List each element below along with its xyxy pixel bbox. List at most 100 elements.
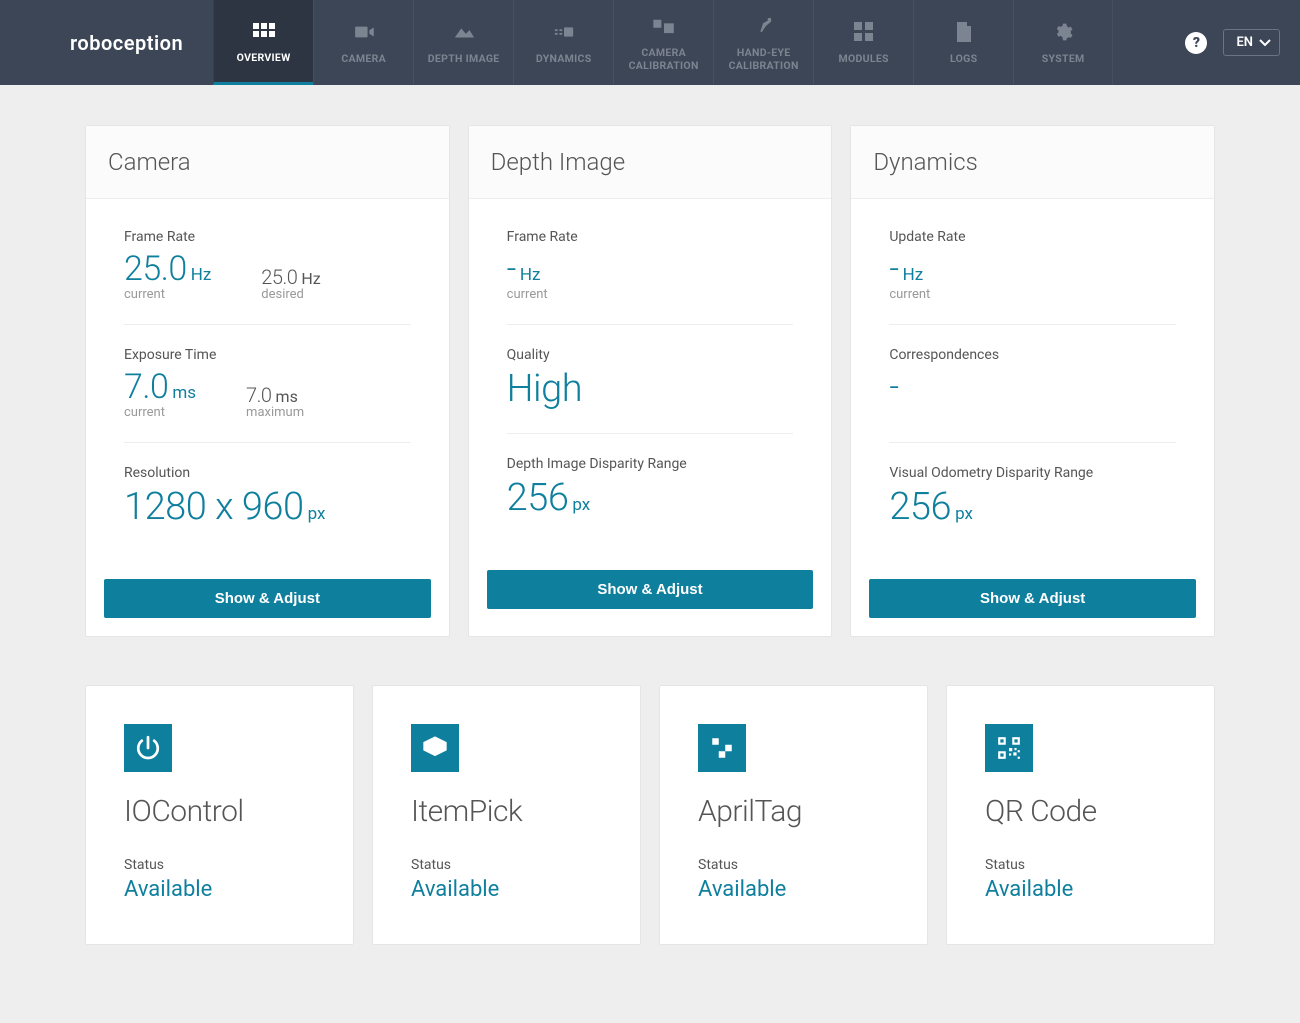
metric-value: 7.0 (124, 367, 168, 407)
module-status-label: Status (124, 857, 315, 873)
metric-resolution: Resolution 1280 x 960 px (124, 443, 411, 551)
metric-unit: px (572, 495, 590, 515)
module-status-label: Status (411, 857, 602, 873)
tab-dynamics[interactable]: DYNAMICS (513, 0, 613, 85)
tab-camera-calibration[interactable]: CAMERA CALIBRATION (613, 0, 713, 85)
nav-tab-label: OVERVIEW (237, 51, 291, 64)
card-footer: Show & Adjust (469, 560, 832, 627)
dynamics-card: Dynamics Update Rate - Hz current Corres… (850, 125, 1215, 637)
nav-tab-label: CAMERA (341, 52, 386, 65)
robot-arm-icon (753, 14, 775, 38)
metric-quality: Quality High (507, 325, 794, 434)
metric-unit: Hz (903, 265, 924, 285)
metric-label: Exposure Time (124, 347, 411, 363)
module-title: AprilTag (698, 794, 889, 829)
metric-label: Correspondences (889, 347, 1176, 363)
tab-modules[interactable]: MODULES (813, 0, 913, 85)
nav-tabs: OVERVIEW CAMERA DEPTH IMAGE DYNAMICS CAM… (213, 0, 1167, 85)
metric-value: - (507, 249, 516, 289)
metric-value: 25.0 (124, 249, 187, 289)
metric-unit: Hz (520, 265, 541, 285)
language-label: EN (1236, 35, 1253, 50)
overview-cards-row: Camera Frame Rate 25.0 Hz current (85, 125, 1215, 637)
metric-unit: ms (172, 383, 196, 403)
card-body: Frame Rate - Hz current Quality High Dep… (469, 199, 832, 560)
module-iocontrol[interactable]: IOControl Status Available (85, 685, 354, 945)
calibration-icon (653, 14, 675, 38)
metric-sublabel: current (507, 287, 794, 302)
modules-icon (854, 20, 874, 44)
metric-value: - (889, 367, 898, 407)
metric-label: Frame Rate (124, 229, 411, 245)
metric-unit: Hz (191, 265, 212, 285)
metric-vo-disparity-range: Visual Odometry Disparity Range 256 px (889, 443, 1176, 551)
nav-tab-label: HAND-EYE CALIBRATION (718, 46, 809, 72)
metric-unit: ms (276, 387, 298, 406)
nav-tab-label: LOGS (950, 52, 977, 65)
module-status-value: Available (698, 877, 889, 902)
metric-sublabel: desired (261, 287, 320, 302)
module-title: IOControl (124, 794, 315, 829)
tab-overview[interactable]: OVERVIEW (213, 0, 313, 85)
language-select[interactable]: EN (1223, 29, 1280, 56)
metric-value: 7.0 (246, 383, 271, 407)
show-adjust-button[interactable]: Show & Adjust (104, 579, 431, 618)
nav-actions: ? EN (1185, 0, 1280, 85)
metric-value: High (507, 367, 582, 411)
nav-tab-label: DEPTH IMAGE (428, 52, 500, 65)
logs-icon (955, 20, 973, 44)
motion-icon (553, 20, 575, 44)
metric-unit: Hz (301, 269, 320, 288)
tab-logs[interactable]: LOGS (913, 0, 1013, 85)
module-status-value: Available (985, 877, 1176, 902)
metric-value: 256 (507, 476, 569, 520)
module-title: QR Code (985, 794, 1176, 829)
box-icon (411, 724, 459, 772)
card-footer: Show & Adjust (851, 569, 1214, 636)
metric-sublabel: maximum (246, 405, 304, 420)
nav-tab-label: CAMERA CALIBRATION (618, 46, 709, 72)
module-status-value: Available (411, 877, 602, 902)
metric-correspondences: Correspondences - (889, 325, 1176, 443)
metric-label: Quality (507, 347, 794, 363)
camera-icon (353, 20, 375, 44)
metric-frame-rate: Frame Rate 25.0 Hz current 25.0 (124, 207, 411, 325)
nav-tab-label: SYSTEM (1042, 52, 1085, 65)
tab-camera[interactable]: CAMERA (313, 0, 413, 85)
metric-label: Update Rate (889, 229, 1176, 245)
metric-value: 25.0 (261, 265, 297, 289)
tab-depth-image[interactable]: DEPTH IMAGE (413, 0, 513, 85)
metric-sublabel: current (124, 405, 196, 420)
card-title: Camera (108, 148, 427, 176)
metric-unit: px (955, 504, 973, 524)
module-status-value: Available (124, 877, 315, 902)
show-adjust-button[interactable]: Show & Adjust (869, 579, 1196, 618)
card-body: Frame Rate 25.0 Hz current 25.0 (86, 199, 449, 569)
metric-value: 1280 x 960 (124, 485, 304, 529)
power-icon (124, 724, 172, 772)
brand-logo: roboception (70, 0, 213, 85)
tab-system[interactable]: SYSTEM (1013, 0, 1113, 85)
module-title: ItemPick (411, 794, 602, 829)
mountain-icon (453, 20, 475, 44)
metric-label: Visual Odometry Disparity Range (889, 465, 1176, 481)
show-adjust-button[interactable]: Show & Adjust (487, 570, 814, 609)
module-itempick[interactable]: ItemPick Status Available (372, 685, 641, 945)
chevron-down-icon (1259, 39, 1271, 47)
nav-tab-label: DYNAMICS (536, 52, 592, 65)
metric-exposure-time: Exposure Time 7.0 ms current 7.0 (124, 325, 411, 443)
metric-label: Depth Image Disparity Range (507, 456, 794, 472)
depth-image-card: Depth Image Frame Rate - Hz current Qual… (468, 125, 833, 637)
metric-unit: px (308, 504, 326, 524)
help-icon[interactable]: ? (1185, 32, 1207, 54)
card-header: Camera (86, 126, 449, 199)
card-body: Update Rate - Hz current Correspondences… (851, 199, 1214, 569)
metric-value: 256 (889, 485, 951, 529)
navbar: roboception OVERVIEW CAMERA DEPTH IMAGE … (0, 0, 1300, 85)
tab-hand-eye-calibration[interactable]: HAND-EYE CALIBRATION (713, 0, 813, 85)
brand-text: roboception (70, 31, 183, 55)
module-qrcode[interactable]: QR Code Status Available (946, 685, 1215, 945)
module-apriltag[interactable]: AprilTag Status Available (659, 685, 928, 945)
module-status-label: Status (985, 857, 1176, 873)
metric-value: - (889, 249, 898, 289)
